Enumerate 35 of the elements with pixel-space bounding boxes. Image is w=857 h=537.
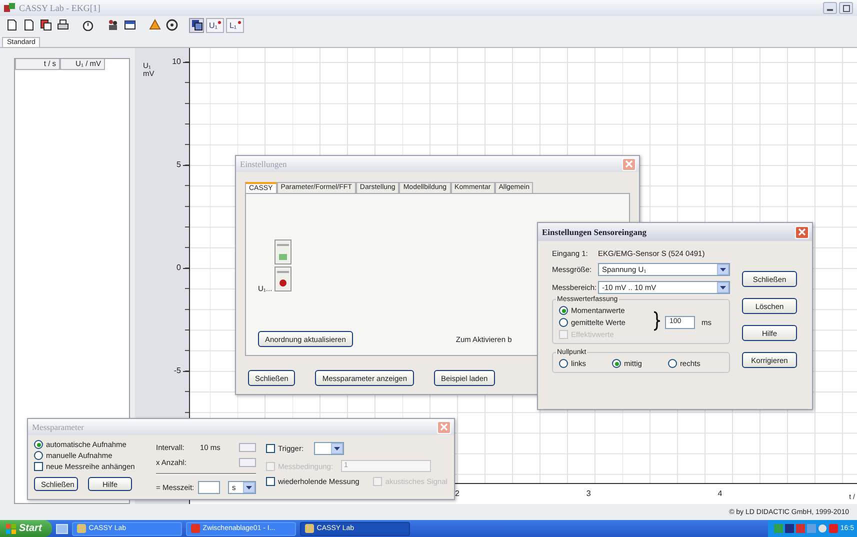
tick-label: 4 xyxy=(718,489,722,498)
app-icon xyxy=(190,524,200,533)
close-icon xyxy=(625,160,633,168)
printer-icon[interactable] xyxy=(55,18,70,32)
chart-icon[interactable] xyxy=(189,18,204,32)
close-button[interactable] xyxy=(795,226,809,238)
dial-icon[interactable] xyxy=(164,18,179,32)
dialog-title: Einstellungen Sensoreingang xyxy=(542,227,646,237)
tick-label: 3 xyxy=(586,489,591,498)
close-icon xyxy=(440,423,448,431)
channel-button[interactable]: L₁ xyxy=(226,18,244,32)
sensor-module-drawing xyxy=(274,239,292,293)
app-icon xyxy=(304,524,314,533)
quick-launch-icon[interactable] xyxy=(56,524,68,534)
windows-logo-icon xyxy=(6,524,16,534)
dropdown-field[interactable] xyxy=(314,442,344,455)
tick-label: 10 xyxy=(172,57,181,66)
pages-icon[interactable] xyxy=(38,18,53,32)
restore-button[interactable] xyxy=(839,2,853,14)
minimize-button[interactable] xyxy=(823,2,837,14)
channel-button[interactable]: U₁ xyxy=(206,18,224,32)
maximize-icon xyxy=(842,4,850,12)
window-icon[interactable] xyxy=(122,18,137,32)
dialog-title: Einstellungen xyxy=(240,159,287,169)
tick-label: 0 xyxy=(176,263,181,272)
tick-label: 5 xyxy=(176,160,181,169)
triangle-icon[interactable] xyxy=(147,18,162,32)
app-icon xyxy=(76,524,86,533)
tick-label: 2 xyxy=(455,489,460,498)
input-field[interactable] xyxy=(198,481,220,494)
app-icon xyxy=(4,3,15,13)
dialog-title: Messparameter xyxy=(32,422,84,432)
tick-label: -5 xyxy=(174,366,181,375)
window-title: CASSY Lab - EKG[1] xyxy=(19,3,100,13)
close-icon xyxy=(798,228,806,236)
